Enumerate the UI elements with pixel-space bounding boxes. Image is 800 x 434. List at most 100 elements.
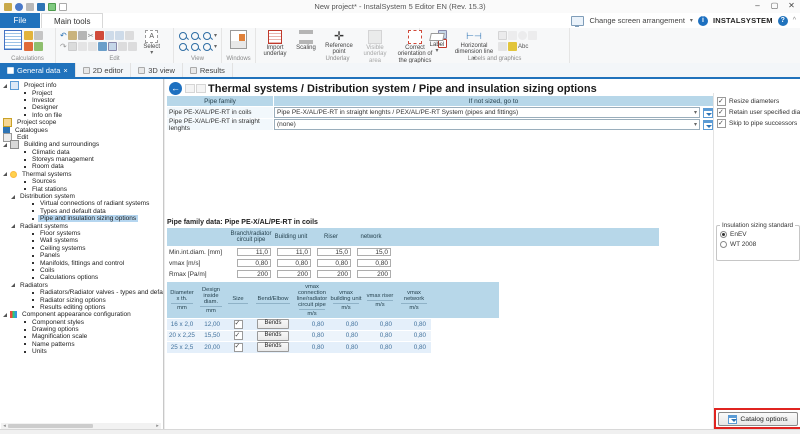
rotate-icon[interactable] xyxy=(105,31,114,40)
tree-item[interactable]: Designer xyxy=(0,104,163,111)
tree-item[interactable]: Floor systems xyxy=(0,230,163,237)
import-underlay-button[interactable]: Import underlay xyxy=(260,30,290,58)
reference-point-button[interactable]: ✛ Reference point xyxy=(322,30,356,56)
tree-item[interactable]: Magnification scale xyxy=(0,333,163,340)
tree-item[interactable]: Project info xyxy=(0,82,163,89)
tree-item[interactable]: Project scope xyxy=(0,119,163,126)
select-button[interactable]: A Select ▾ xyxy=(139,30,165,57)
minimize-button[interactable]: – xyxy=(749,0,766,13)
radio-icon[interactable] xyxy=(720,231,727,238)
tree-item[interactable]: Units xyxy=(0,348,163,355)
checkbox-icon[interactable] xyxy=(717,108,726,117)
scrollbar-thumb[interactable] xyxy=(8,424,93,428)
expander-icon[interactable] xyxy=(3,172,7,176)
min-int-diam-input[interactable]: 11,0 xyxy=(277,248,311,256)
tree-item[interactable]: Radiators/Radiator valves - types and de… xyxy=(0,289,163,296)
tab-results[interactable]: Results xyxy=(183,63,233,77)
retain-user-diameters-option[interactable]: Retain user specified diameters xyxy=(717,108,800,117)
tree-item[interactable]: Radiant systems xyxy=(0,222,163,229)
file-tab[interactable]: File xyxy=(0,13,40,28)
vmax-input[interactable]: 0,80 xyxy=(237,259,271,267)
tree-item[interactable]: Name patterns xyxy=(0,341,163,348)
graphic-circle-icon[interactable] xyxy=(518,31,527,40)
array-icon[interactable] xyxy=(98,42,107,51)
maximize-button[interactable]: ▢ xyxy=(766,0,783,13)
paste-icon[interactable] xyxy=(68,31,77,40)
catalog-options-button[interactable]: Catalog options xyxy=(718,412,798,426)
help-icon[interactable]: ? xyxy=(778,16,788,26)
tree-item[interactable]: Climatic data xyxy=(0,149,163,156)
tree-item[interactable]: Coils xyxy=(0,267,163,274)
tab-3d-view[interactable]: 3D view xyxy=(131,63,183,77)
mirror-icon[interactable] xyxy=(115,31,124,40)
size-checkbox[interactable] xyxy=(234,343,243,352)
graphic-line-icon[interactable] xyxy=(508,31,517,40)
rmax-input[interactable]: 200 xyxy=(357,270,391,278)
zoom-in-icon[interactable] xyxy=(179,32,187,40)
expander-icon[interactable] xyxy=(3,84,7,88)
tree-item[interactable]: Drawing options xyxy=(0,326,163,333)
radio-icon[interactable] xyxy=(720,241,727,248)
expander-icon[interactable] xyxy=(11,195,15,199)
tree-item[interactable]: Building and surroundings xyxy=(0,141,163,148)
close-tab-icon[interactable]: × xyxy=(63,66,67,75)
resize-diameters-option[interactable]: Resize diameters xyxy=(717,97,779,106)
data-check-icon[interactable] xyxy=(34,42,43,51)
expander-icon[interactable] xyxy=(11,283,15,287)
tree-item[interactable]: Manifolds, fittings and control xyxy=(0,259,163,266)
align-icon[interactable] xyxy=(68,42,77,51)
checkbox-icon[interactable] xyxy=(717,119,726,128)
tree-item[interactable]: Info on file xyxy=(0,112,163,119)
size-checkbox[interactable] xyxy=(234,331,243,340)
tree-item[interactable]: Catalogues xyxy=(0,126,163,133)
chevron-down-icon[interactable]: ▾ xyxy=(690,17,693,24)
main-tools-tab[interactable]: Main tools xyxy=(41,13,103,28)
tree-item[interactable]: Edit xyxy=(0,134,163,141)
cut-icon[interactable]: ✂ xyxy=(88,32,94,40)
zoom-previous-icon[interactable] xyxy=(191,43,199,51)
tab-2d-editor[interactable]: 2D editor xyxy=(76,63,131,77)
tree-item[interactable]: Thermal systems xyxy=(0,171,163,178)
scaling-button[interactable]: Scaling xyxy=(292,30,320,51)
settings-icon[interactable] xyxy=(4,3,12,11)
fill-color-icon[interactable] xyxy=(498,42,507,51)
move-down-icon[interactable] xyxy=(88,42,97,51)
highlight-icon[interactable] xyxy=(508,42,517,51)
tree-item[interactable]: Component styles xyxy=(0,319,163,326)
expander-icon[interactable] xyxy=(3,313,7,317)
warnings-icon[interactable] xyxy=(24,42,33,51)
redo-icon[interactable]: ↷ xyxy=(60,42,67,51)
wt2008-option[interactable]: WT 2008 xyxy=(720,241,796,248)
tree-item[interactable]: Calculations options xyxy=(0,274,163,281)
min-int-diam-input[interactable]: 15,0 xyxy=(357,248,391,256)
zoom-out-icon[interactable] xyxy=(191,32,199,40)
graphic-rect-icon[interactable] xyxy=(498,31,507,40)
rmax-input[interactable]: 200 xyxy=(237,270,271,278)
bends-button[interactable]: Bends xyxy=(257,331,289,341)
vmax-input[interactable]: 0,80 xyxy=(357,259,391,267)
calculations-button[interactable] xyxy=(4,30,22,50)
copy-icon[interactable] xyxy=(78,31,87,40)
close-button[interactable]: ✕ xyxy=(783,0,800,13)
tab-general-data[interactable]: General data × xyxy=(0,63,76,77)
tree-item[interactable]: Pipe and insulation sizing options xyxy=(0,215,163,222)
printer-icon[interactable] xyxy=(26,3,34,11)
image-icon[interactable] xyxy=(48,3,56,11)
new-document-icon[interactable] xyxy=(59,3,67,11)
tree-item[interactable]: Radiator sizing options xyxy=(0,296,163,303)
tree-item[interactable]: Virtual connections of radiant systems xyxy=(0,200,163,207)
zoom-extents-icon[interactable] xyxy=(203,32,211,40)
tree-item[interactable]: Room data xyxy=(0,163,163,170)
chevron-down-icon[interactable]: ▾ xyxy=(214,32,217,39)
tree-item[interactable]: Flat stations xyxy=(0,185,163,192)
min-int-diam-input[interactable]: 11,0 xyxy=(237,248,271,256)
tree-item[interactable]: Ceiling systems xyxy=(0,245,163,252)
graphic-polygon-icon[interactable] xyxy=(528,31,537,40)
group-icon[interactable] xyxy=(125,31,134,40)
rmax-input[interactable]: 200 xyxy=(317,270,351,278)
checkbox-icon[interactable] xyxy=(717,97,726,106)
order-icon[interactable] xyxy=(108,42,117,51)
chevron-down-icon[interactable]: ▾ xyxy=(214,43,217,50)
tree-item[interactable]: Project xyxy=(0,89,163,96)
zoom-window-icon[interactable] xyxy=(179,43,187,51)
